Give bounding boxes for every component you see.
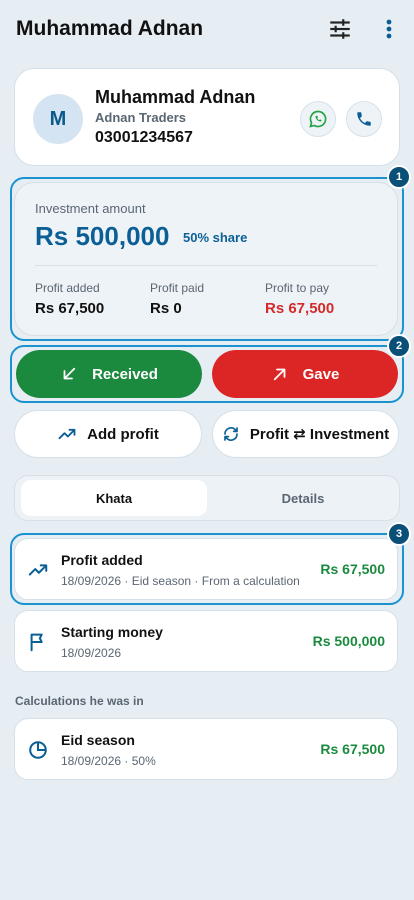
flag-icon xyxy=(30,633,43,652)
entry-subtitle: 18/09/2026 · Eid season · From a calcula… xyxy=(61,574,300,588)
entry-row-starting-money[interactable]: Starting money 18/09/2026 Rs 500,000 xyxy=(14,610,398,672)
add-profit-button[interactable]: Add profit xyxy=(14,410,202,458)
entry-amount: Rs 500,000 xyxy=(312,633,385,649)
profit-paid-value: Rs 0 xyxy=(150,300,182,317)
annotation-marker-1: 1 xyxy=(387,165,411,189)
add-profit-label: Add profit xyxy=(87,425,159,443)
profit-to-pay-label: Profit to pay xyxy=(265,281,330,295)
avatar: M xyxy=(33,94,83,144)
entry-amount: Rs 67,500 xyxy=(320,561,385,577)
calculation-title: Eid season xyxy=(61,732,135,748)
annotation-marker-2: 2 xyxy=(387,334,411,358)
whatsapp-button[interactable] xyxy=(300,101,336,137)
calculation-subtitle: 18/09/2026 · 50% xyxy=(61,754,156,768)
investment-card: Investment amount Rs 500,000 50% share P… xyxy=(14,182,398,336)
refresh-icon xyxy=(224,427,238,441)
received-button[interactable]: Received xyxy=(16,350,202,398)
calculations-section-title: Calculations he was in xyxy=(15,694,144,708)
filter-icon[interactable] xyxy=(327,16,353,42)
more-options-icon[interactable] xyxy=(378,16,400,42)
phone-number: 03001234567 xyxy=(95,129,193,146)
profit-to-pay-value: Rs 67,500 xyxy=(265,300,335,317)
profile-card: M Muhammad Adnan Adnan Traders 030012345… xyxy=(14,68,400,166)
entry-title: Starting money xyxy=(61,624,163,640)
gave-button[interactable]: Gave xyxy=(212,350,398,398)
tab-details[interactable]: Details xyxy=(211,480,395,516)
pie-chart-icon xyxy=(29,741,47,759)
profile-name: Muhammad Adnan xyxy=(95,87,256,107)
profit-added-value: Rs 67,500 xyxy=(35,300,105,317)
profit-to-investment-button[interactable]: Profit ⇄ Investment xyxy=(212,410,399,458)
tab-bar: Khata Details xyxy=(14,475,400,521)
profit-to-investment-label: Profit ⇄ Investment xyxy=(249,426,390,443)
business-name: Adnan Traders xyxy=(95,110,187,125)
app-bar: Muhammad Adnan xyxy=(0,0,414,60)
profit-paid-label: Profit paid xyxy=(150,281,205,295)
arrow-down-left-icon xyxy=(63,367,76,380)
entry-title: Profit added xyxy=(61,552,143,568)
calculation-amount: Rs 67,500 xyxy=(320,741,385,757)
gave-label: Gave xyxy=(302,365,340,383)
profit-added-label: Profit added xyxy=(35,281,100,295)
share-percentage: 50% share xyxy=(183,230,248,245)
calculation-row-eid-season[interactable]: Eid season 18/09/2026 · 50% Rs 67,500 xyxy=(14,718,398,780)
phone-icon xyxy=(357,112,371,126)
page-title: Muhammad Adnan xyxy=(16,17,204,40)
investment-label: Investment amount xyxy=(35,201,146,216)
tab-khata[interactable]: Khata xyxy=(21,480,207,516)
received-label: Received xyxy=(92,365,158,383)
annotation-marker-3: 3 xyxy=(387,522,411,546)
investment-amount: Rs 500,000 xyxy=(35,221,170,251)
divider xyxy=(35,265,377,266)
call-button[interactable] xyxy=(346,101,382,137)
arrow-up-right-icon xyxy=(273,368,286,381)
entry-subtitle: 18/09/2026 xyxy=(61,646,122,660)
trending-up-icon xyxy=(58,428,76,440)
trending-up-icon xyxy=(28,564,48,576)
entry-row-profit-added[interactable]: Profit added 18/09/2026 · Eid season · F… xyxy=(14,538,398,600)
whatsapp-icon xyxy=(309,110,327,128)
